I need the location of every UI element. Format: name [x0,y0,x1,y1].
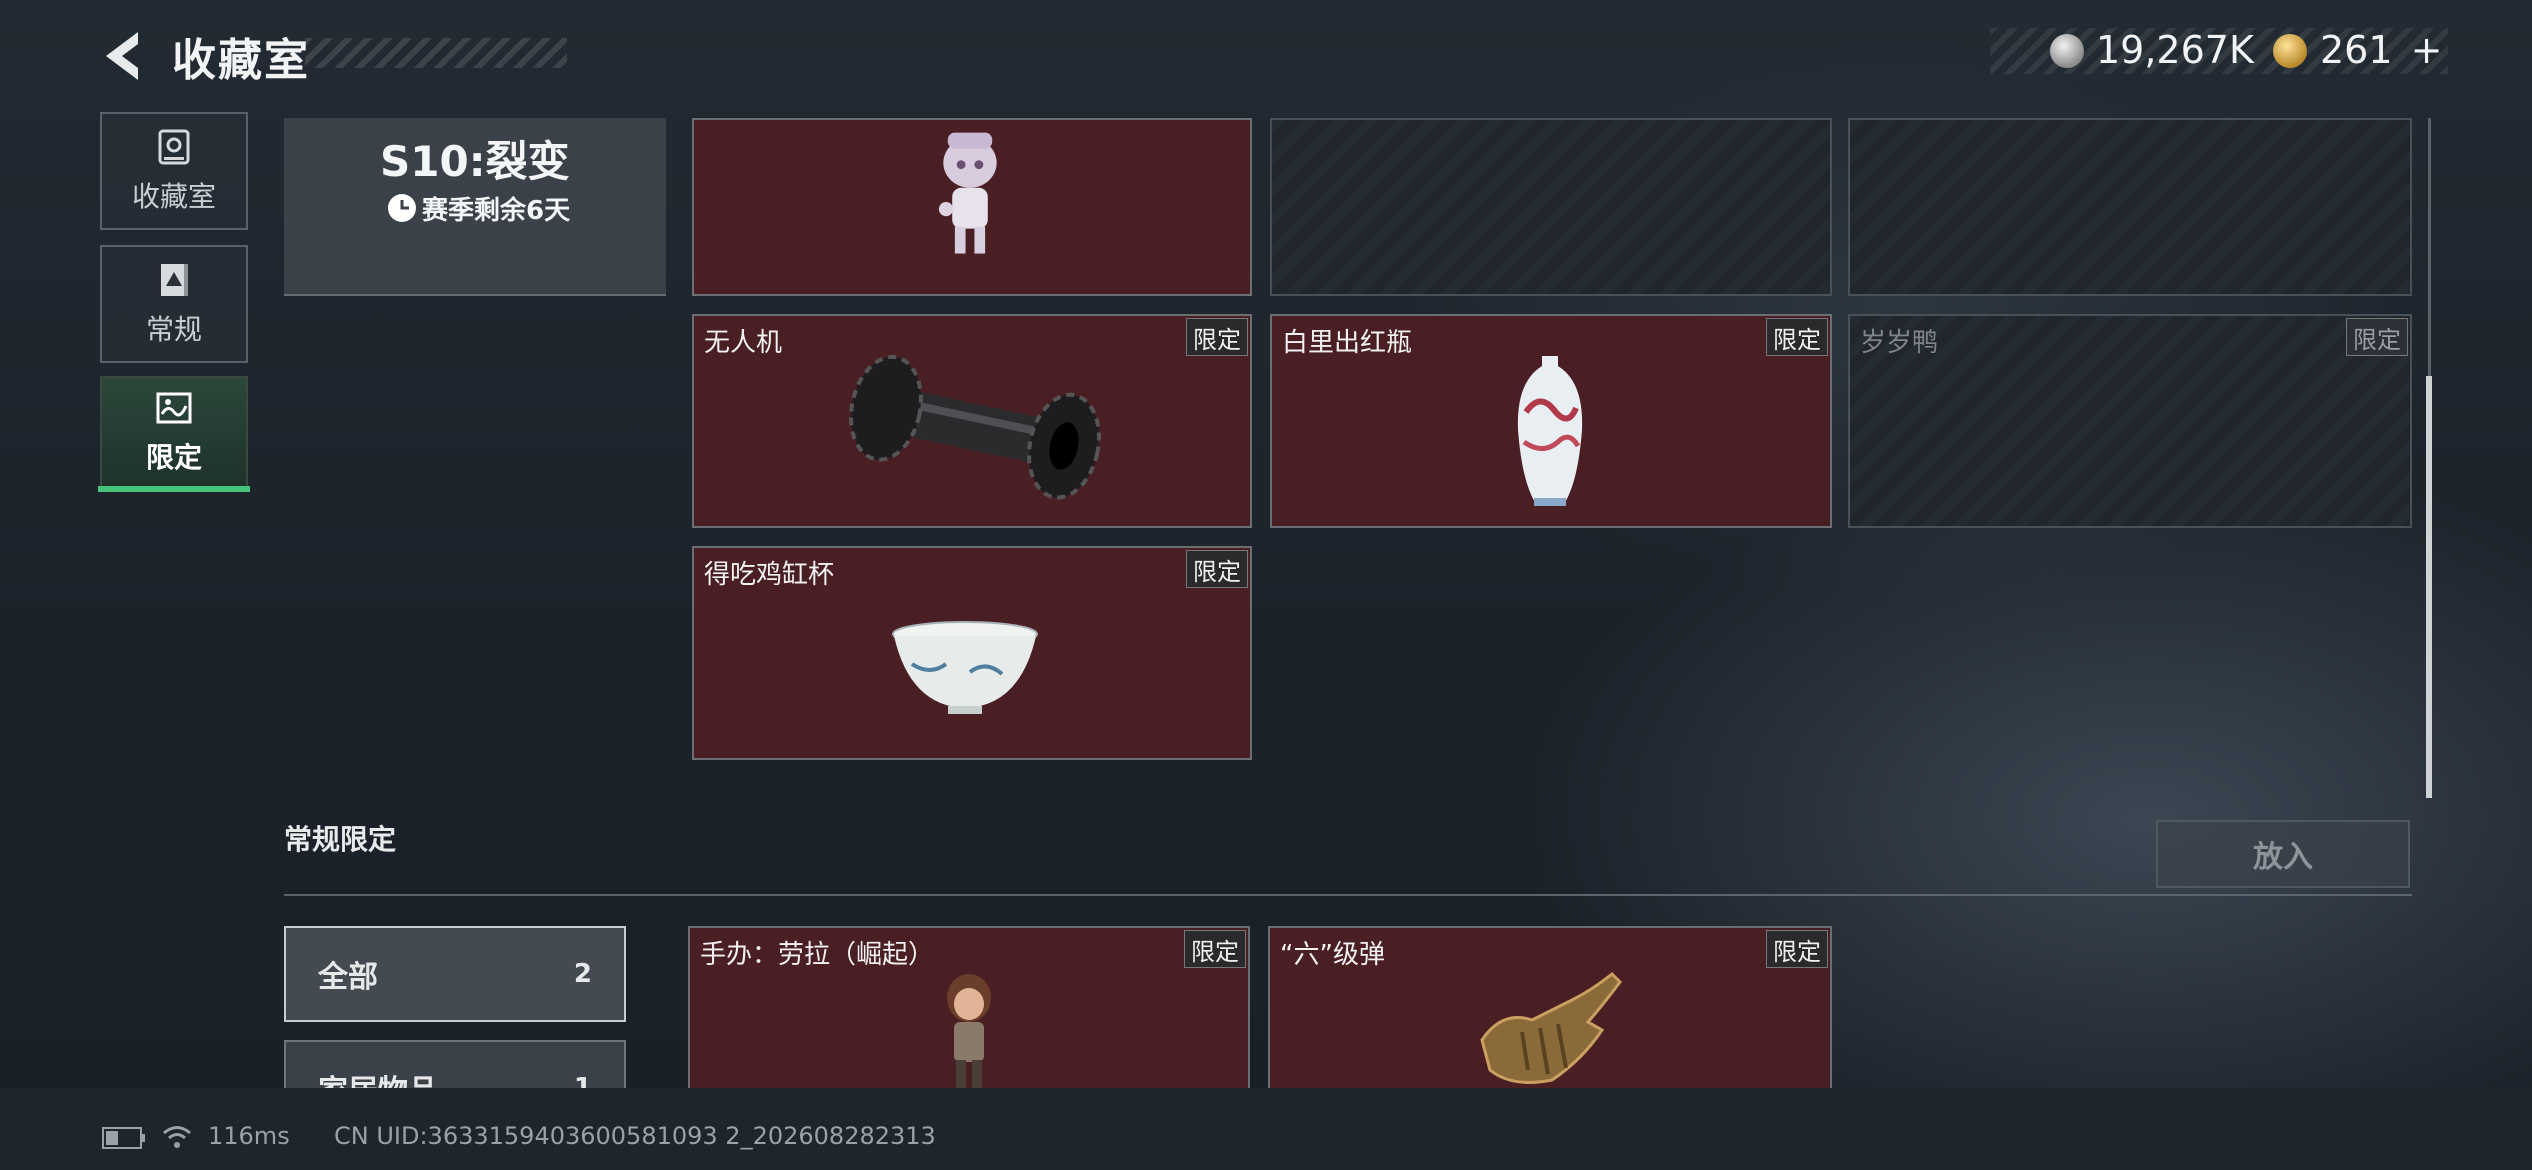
collection-card[interactable]: 白里出红瓶 限定 [1270,314,1832,528]
filter-label: 全部 [318,960,378,995]
limited-badge: 限定 [1186,318,1248,356]
collection-card-locked[interactable] [1848,118,2412,296]
collection-card[interactable] [692,118,1252,296]
season-remaining: 赛季剩余6天 [422,196,571,226]
collection-card[interactable]: 得吃鸡缸杯 限定 [692,546,1252,760]
nav-item-limited[interactable]: 限定 [100,376,248,488]
painting-icon [156,392,192,424]
section-divider [284,894,2412,896]
title-decoration [305,38,567,68]
nav-item-vault[interactable]: 收藏室 [100,112,248,230]
limited-badge: 限定 [1184,930,1246,968]
gold-coin-icon [2273,34,2307,68]
section-title: 常规限定 [284,823,397,856]
nav-item-label: 限定 [145,441,202,474]
wifi-icon [163,1126,191,1148]
battery-icon [102,1127,145,1149]
item-name: 无人机 [704,328,783,358]
silver-coin-icon [2050,34,2084,68]
item-name: 手办：劳拉（崛起） [700,940,935,970]
drone-icon [848,354,1101,500]
nav-item-label: 常规 [145,313,202,346]
scrollbar-thumb[interactable] [2426,376,2432,798]
filter-count: 2 [573,959,592,989]
limited-badge: 限定 [1766,318,1828,356]
collection-card-locked[interactable] [1270,118,1832,296]
collection-card[interactable]: 无人机 限定 [692,314,1252,528]
bowl-icon [892,621,1038,714]
add-gold-icon[interactable]: + [2411,28,2443,72]
item-name: 岁岁鸭 [1860,328,1939,358]
filter-all[interactable]: 全部 2 [284,926,626,1022]
vault-icon [158,129,190,165]
user-uid: CN UID:3633159403600581093 2_20260828231… [334,1122,936,1150]
figure-icon [947,974,991,1094]
limited-badge: 限定 [1766,930,1828,968]
nav-item-regular[interactable]: 常规 [100,245,248,363]
back-arrow-icon[interactable] [100,28,146,84]
silver-amount: 19,267K [2096,28,2254,72]
gold-amount-value: 261 [2320,28,2393,72]
item-name: 白里出红瓶 [1282,328,1413,358]
limited-badge: 限定 [1186,550,1248,588]
item-name: “六”级弹 [1280,940,1385,970]
book-icon [161,264,188,296]
season-title: S10:裂变 [380,137,570,186]
put-in-button[interactable]: 放入 [2156,820,2410,888]
glove-icon [1480,971,1622,1084]
collection-card[interactable]: 手办：劳拉（崛起） 限定 [688,926,1250,1096]
limited-badge: 限定 [2346,318,2408,356]
ping-readout: 116ms [208,1122,290,1150]
nav-item-label: 收藏室 [131,180,216,213]
vase-icon [1517,356,1583,506]
doll-figure-icon [938,132,997,254]
collection-card[interactable]: “六”级弹 限定 [1268,926,1832,1096]
item-name: 得吃鸡缸杯 [704,560,835,590]
clock-icon [388,194,416,222]
page-title: 收藏室 [172,35,310,86]
gold-amount[interactable]: 261 + [2320,28,2442,72]
nav-active-indicator [98,486,250,492]
collection-card-locked[interactable]: 岁岁鸭 限定 [1848,314,2412,528]
